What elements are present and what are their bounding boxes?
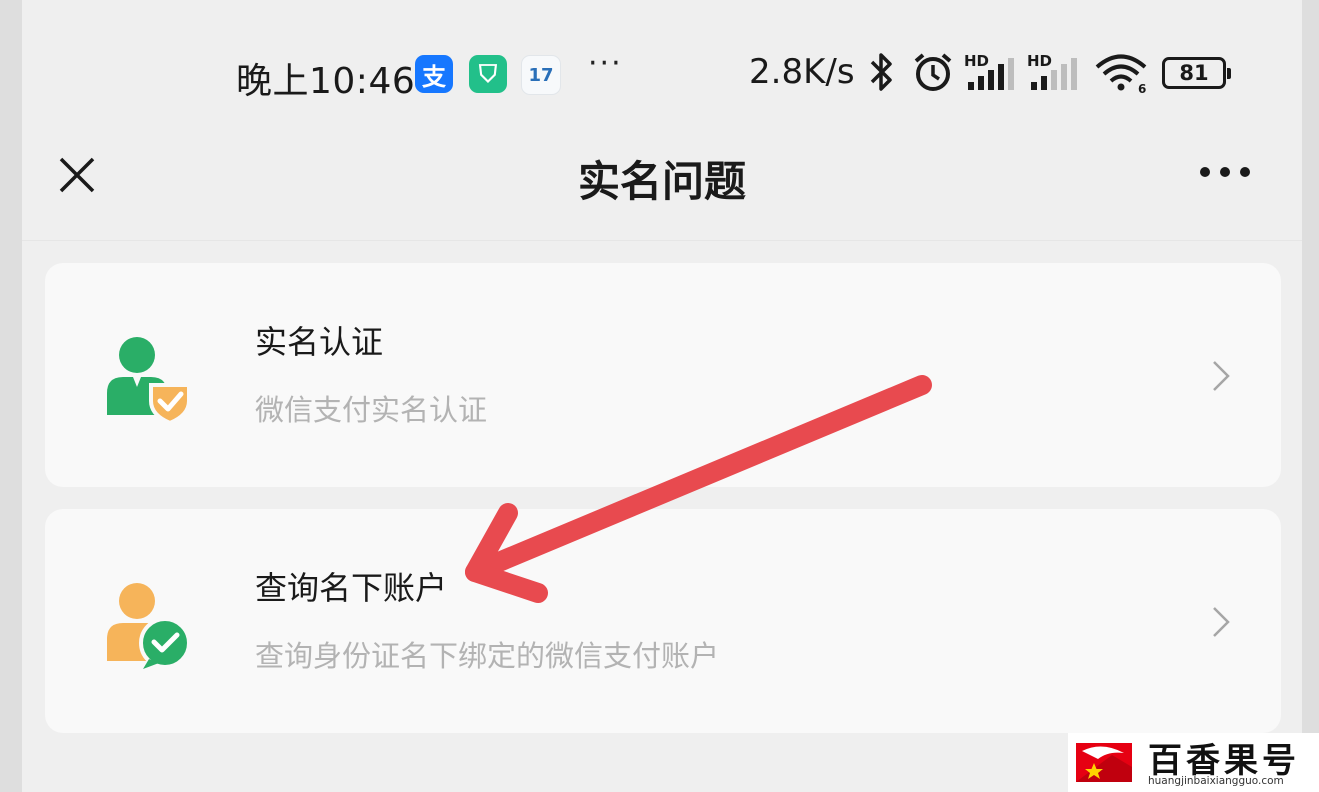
watermark-url: huangjinbaixiangguo.com	[1148, 775, 1284, 787]
menu-item-subtitle: 查询身份证名下绑定的微信支付账户	[255, 639, 720, 673]
shield-app-icon: ⛉	[469, 55, 507, 93]
menu-item-title: 查询名下账户	[255, 569, 448, 607]
status-bar: 晚上10:46 支 ⛉ 17 ··· 2.8K/s HD HD 6 81	[22, 0, 1302, 130]
signal-1-label: HD	[964, 52, 989, 70]
alarm-icon	[914, 53, 952, 91]
calendar-icon: 17	[521, 55, 561, 95]
chevron-right-icon	[1213, 361, 1230, 391]
wifi-label: 6	[1138, 82, 1146, 94]
page-title: 实名问题	[577, 157, 746, 206]
wifi-icon: 6	[1095, 54, 1146, 94]
notification-more-icon: ···	[588, 46, 623, 81]
chevron-right-icon	[1213, 607, 1230, 637]
more-icon[interactable]	[1198, 164, 1252, 180]
signal-2-label: HD	[1027, 52, 1052, 70]
bluetooth-icon	[870, 53, 892, 91]
menu-item-title: 实名认证	[255, 323, 384, 361]
battery-level: 81	[1179, 61, 1209, 85]
watermark-logo-icon	[1072, 737, 1136, 788]
alipay-icon: 支	[415, 55, 453, 93]
menu-item-real-name-verification[interactable]: 实名认证 微信支付实名认证	[45, 263, 1281, 487]
user-shield-icon	[107, 337, 191, 423]
watermark: 百香果号 huangjinbaixiangguo.com	[1068, 733, 1319, 792]
status-time: 晚上10:46	[236, 61, 416, 102]
network-speed: 2.8K/s	[749, 52, 855, 92]
menu-item-subtitle: 微信支付实名认证	[255, 393, 488, 427]
signal-1-icon: HD	[964, 52, 1014, 90]
user-wechat-pay-icon	[107, 583, 191, 669]
phone-screen: 晚上10:46 支 ⛉ 17 ··· 2.8K/s HD HD 6 81 实名问…	[22, 0, 1302, 792]
battery-indicator: 81	[1162, 57, 1231, 89]
menu-item-query-accounts[interactable]: 查询名下账户 查询身份证名下绑定的微信支付账户	[45, 509, 1281, 733]
nav-bar: 实名问题	[22, 130, 1302, 241]
signal-2-icon: HD	[1027, 52, 1077, 90]
